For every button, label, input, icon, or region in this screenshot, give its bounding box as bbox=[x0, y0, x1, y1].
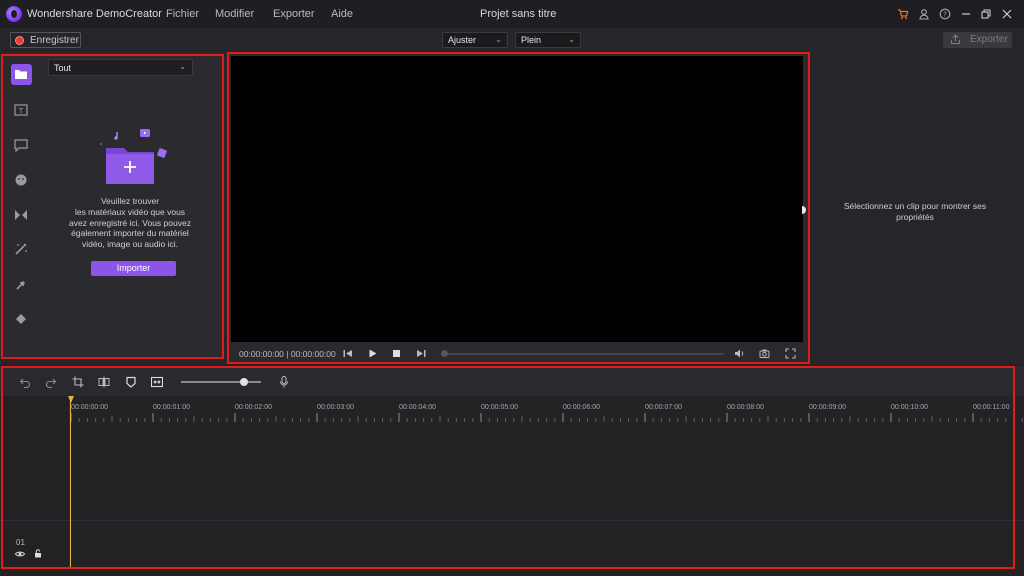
menu-fichier[interactable]: Fichier bbox=[166, 8, 199, 20]
svg-text:?: ? bbox=[943, 11, 947, 19]
quality-select[interactable]: Plein ⌄ bbox=[515, 32, 581, 48]
menu-exporter[interactable]: Exporter bbox=[273, 8, 315, 20]
menu-aide[interactable]: Aide bbox=[331, 8, 353, 20]
fit-select-value: Ajuster bbox=[448, 35, 477, 45]
record-label: Enregistrer bbox=[30, 35, 79, 46]
close-icon[interactable] bbox=[1001, 8, 1013, 20]
chevron-down-icon: ⌄ bbox=[568, 35, 575, 44]
menu-modifier[interactable]: Modifier bbox=[215, 8, 254, 20]
minimize-icon[interactable] bbox=[960, 8, 972, 20]
export-label: Exporter bbox=[970, 34, 1008, 45]
account-icon[interactable] bbox=[918, 8, 930, 20]
app-title: Wondershare DemoCreator bbox=[27, 8, 162, 20]
document-title: Projet sans titre bbox=[480, 8, 557, 20]
cart-icon[interactable] bbox=[897, 8, 909, 20]
restore-icon[interactable] bbox=[980, 8, 992, 20]
chevron-down-icon: ⌄ bbox=[495, 35, 502, 44]
help-icon[interactable]: ? bbox=[939, 8, 951, 20]
record-icon bbox=[15, 36, 24, 45]
highlight-box-media bbox=[1, 54, 224, 359]
record-button[interactable]: Enregistrer bbox=[10, 32, 81, 48]
properties-empty-message: Sélectionnez un clip pour montrer ses pr… bbox=[843, 201, 987, 222]
fit-select[interactable]: Ajuster ⌄ bbox=[442, 32, 508, 48]
highlight-box-preview bbox=[227, 52, 810, 364]
main-toolbar bbox=[0, 28, 1024, 53]
app-logo bbox=[6, 6, 22, 22]
quality-select-value: Plein bbox=[521, 35, 542, 45]
export-icon bbox=[951, 34, 960, 44]
highlight-box-timeline bbox=[1, 366, 1015, 569]
export-button[interactable]: Exporter bbox=[943, 32, 1012, 48]
